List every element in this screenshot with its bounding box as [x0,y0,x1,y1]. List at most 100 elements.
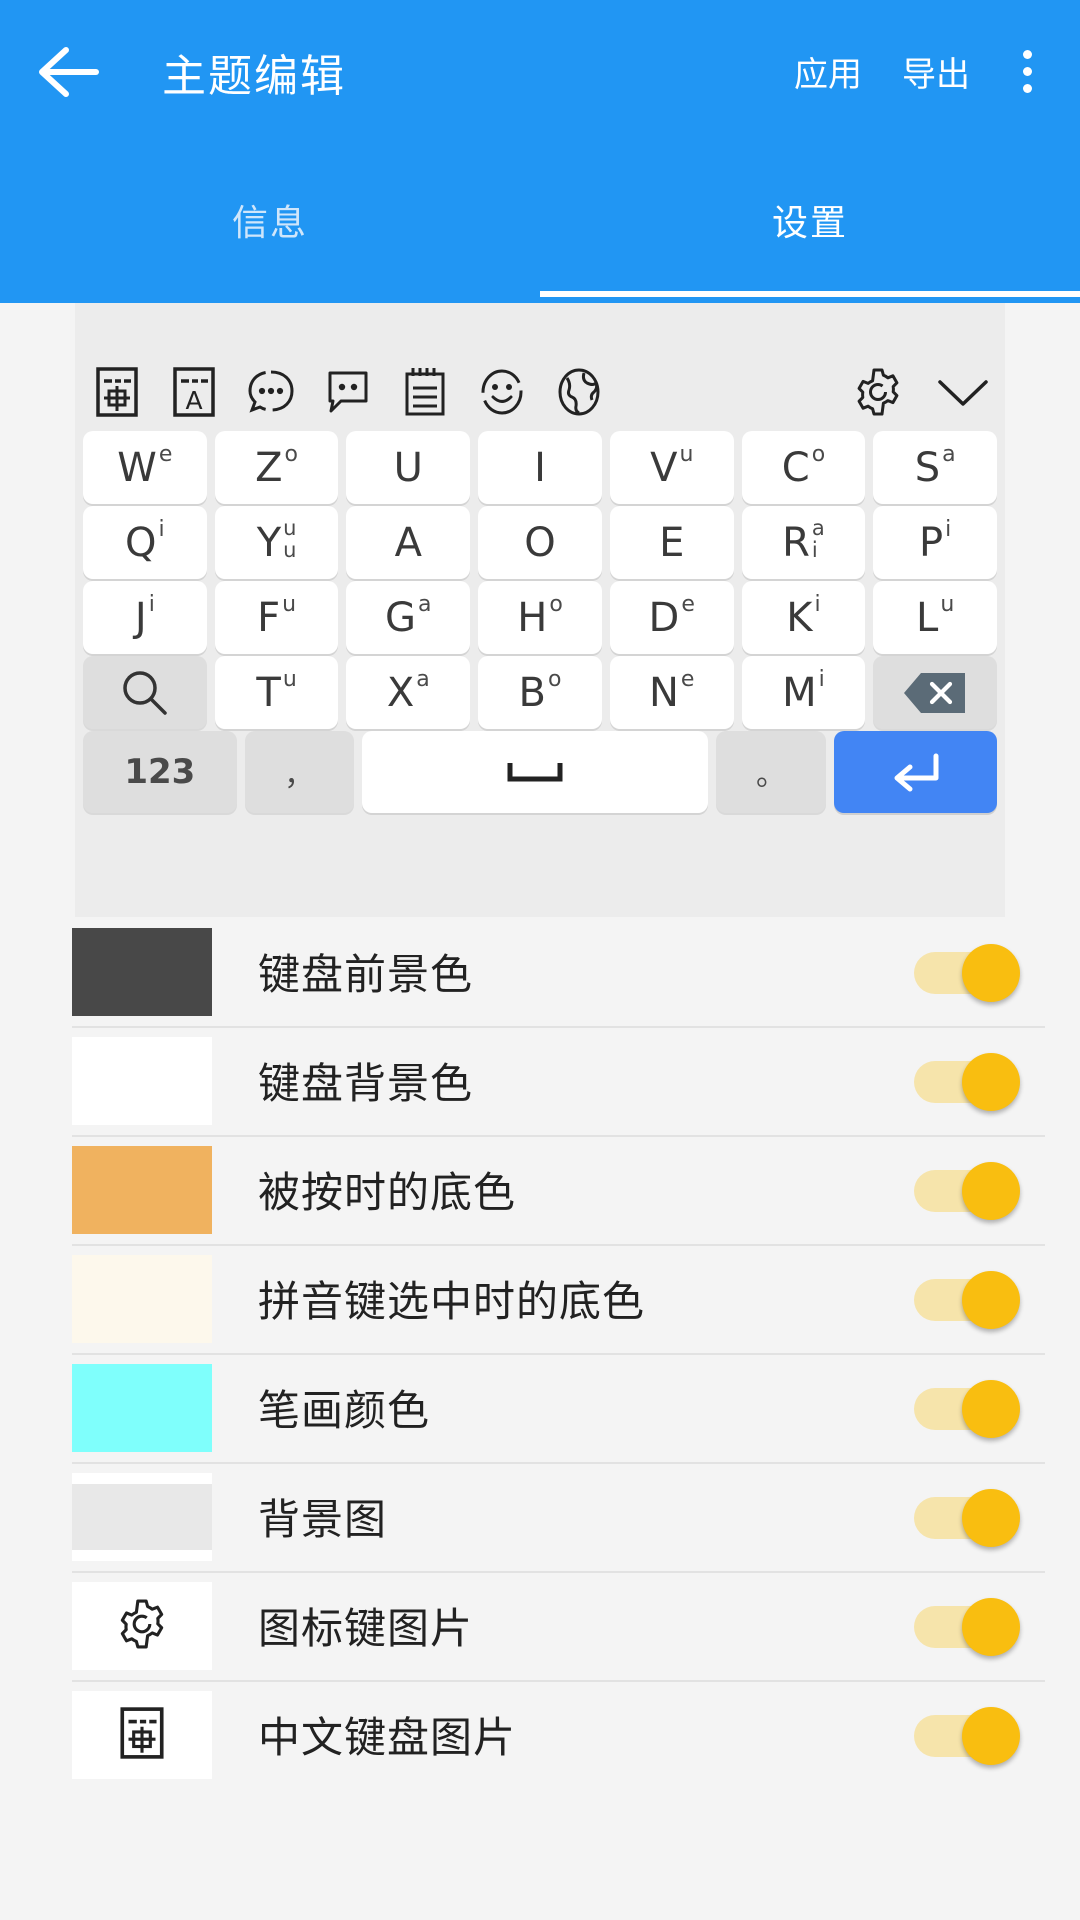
keyboard-row: J i F u G a H o D e K i L u [75,581,1005,654]
chinese-keyboard-image-swatch-button[interactable] [72,1690,212,1779]
key-d[interactable]: D e [609,581,734,654]
key-e[interactable]: E [609,506,734,579]
key-y[interactable]: Y u u [214,506,339,579]
toggle-thumb [962,1161,1020,1220]
back-button[interactable] [14,0,122,143]
key-x[interactable]: X a [346,656,471,729]
list-item[interactable]: 键盘背景色 [0,1026,1080,1135]
key-hint: u [282,592,297,617]
key-b[interactable]: B o [478,656,602,729]
key-hint: o [548,667,562,692]
key-label: U [393,444,423,491]
key-j[interactable]: J i [83,581,207,654]
key-l[interactable]: L u [873,581,998,654]
color-swatch [72,1145,212,1234]
key-m[interactable]: M i [741,656,866,729]
tab-info[interactable]: 信息 [0,143,540,297]
key-label: B [518,669,546,716]
color-swatch-button[interactable] [72,1036,212,1125]
list-item[interactable]: 中文键盘图片 [0,1680,1080,1789]
key-z[interactable]: Z o [214,431,339,504]
background-image-swatch-button[interactable] [72,1472,212,1561]
key-label: 。 [755,758,786,793]
chinese-input-icon[interactable] [79,353,155,431]
key-hint: i [818,667,825,692]
speech-bubble-icon[interactable] [310,353,386,431]
key-label: P [919,519,944,566]
key-hint: u [283,538,297,563]
numeric-key[interactable]: 123 [83,731,237,813]
toggle-switch[interactable] [914,1488,1022,1547]
key-label: L [916,594,939,641]
gear-icon[interactable] [836,353,920,431]
dots-bubble-icon[interactable] [233,353,309,431]
key-f[interactable]: F u [214,581,339,654]
search-key[interactable] [83,656,207,729]
icon-image-preview [72,1581,212,1670]
toggle-switch[interactable] [914,943,1022,1002]
more-vertical-icon[interactable] [990,0,1064,143]
space-key[interactable] [361,731,709,813]
key-hint: i [148,592,155,617]
list-item[interactable]: 键盘前景色 [0,917,1080,1026]
list-item[interactable]: 背景图 [0,1462,1080,1571]
svg-text:A: A [185,386,202,415]
key-w[interactable]: W e [83,431,207,504]
toggle-switch[interactable] [914,1597,1022,1656]
key-p[interactable]: P i [873,506,998,579]
key-n[interactable]: N e [609,656,734,729]
color-swatch-button[interactable] [72,1145,212,1234]
toggle-switch[interactable] [914,1270,1022,1329]
key-u[interactable]: U [346,431,471,504]
key-k[interactable]: K i [741,581,866,654]
key-hint: i [811,538,818,563]
key-t[interactable]: T u [214,656,339,729]
key-h[interactable]: H o [478,581,602,654]
list-item[interactable]: 笔画颜色 [0,1353,1080,1462]
key-label: S [914,444,941,491]
backspace-key[interactable] [873,656,998,729]
key-s[interactable]: S a [873,431,998,504]
color-swatch-button[interactable] [72,1254,212,1343]
key-q[interactable]: Q i [83,506,207,579]
key-label: H [517,594,548,641]
tab-active-indicator [540,291,1080,297]
key-r[interactable]: R a i [741,506,866,579]
chevron-down-icon[interactable] [921,353,1005,431]
color-swatch-button[interactable] [72,927,212,1016]
clipboard-icon[interactable] [387,353,463,431]
tab-settings[interactable]: 设置 [540,143,1080,297]
key-hint: i [158,517,165,542]
list-item[interactable]: 图标键图片 [0,1571,1080,1680]
toggle-switch[interactable] [914,1161,1022,1220]
key-hint: o [811,442,826,467]
toggle-switch[interactable] [914,1379,1022,1438]
icon-image-swatch-button[interactable] [72,1581,212,1670]
key-o[interactable]: O [478,506,602,579]
key-g[interactable]: G a [346,581,471,654]
enter-key[interactable] [833,731,998,813]
key-i[interactable]: I [478,431,602,504]
list-item[interactable]: 拼音键选中时的底色 [0,1244,1080,1353]
export-button[interactable]: 导出 [882,47,990,96]
list-item[interactable]: 被按时的底色 [0,1135,1080,1244]
key-c[interactable]: C o [741,431,866,504]
comma-key[interactable]: ， [244,731,354,813]
list-item-label: 键盘背景色 [258,1059,474,1108]
smiley-icon[interactable] [464,353,540,431]
apply-button[interactable]: 应用 [774,47,882,96]
latin-input-icon[interactable]: A [156,353,232,431]
key-v[interactable]: V u [609,431,734,504]
key-label: A [394,519,422,566]
list-item-label: 背景图 [258,1495,388,1544]
globe-icon[interactable] [541,353,617,431]
keyboard-row: W e Z o U I V u C o S a [75,431,1005,504]
period-key[interactable]: 。 [716,731,826,813]
key-label: V [650,444,678,491]
color-swatch-button[interactable] [72,1363,212,1452]
list-item-label: 笔画颜色 [258,1386,431,1435]
key-label: K [786,594,813,641]
toggle-switch[interactable] [914,1052,1022,1111]
toggle-switch[interactable] [914,1706,1022,1765]
key-a[interactable]: A [346,506,471,579]
